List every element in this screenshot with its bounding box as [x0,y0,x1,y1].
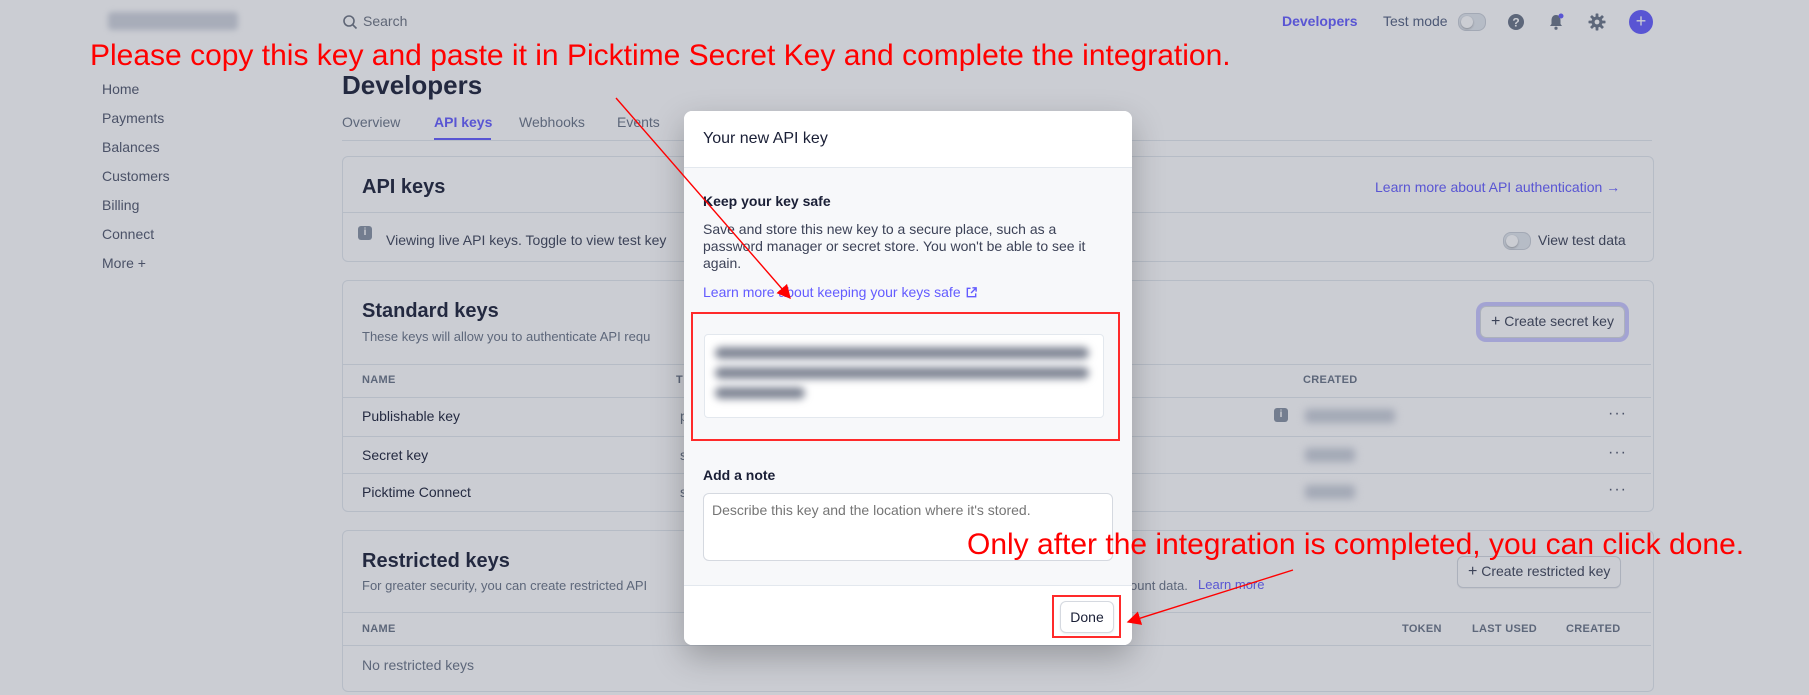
arrow-to-done [1126,569,1294,625]
annotation-arrows [615,97,1294,625]
arrow-to-key [615,97,791,300]
